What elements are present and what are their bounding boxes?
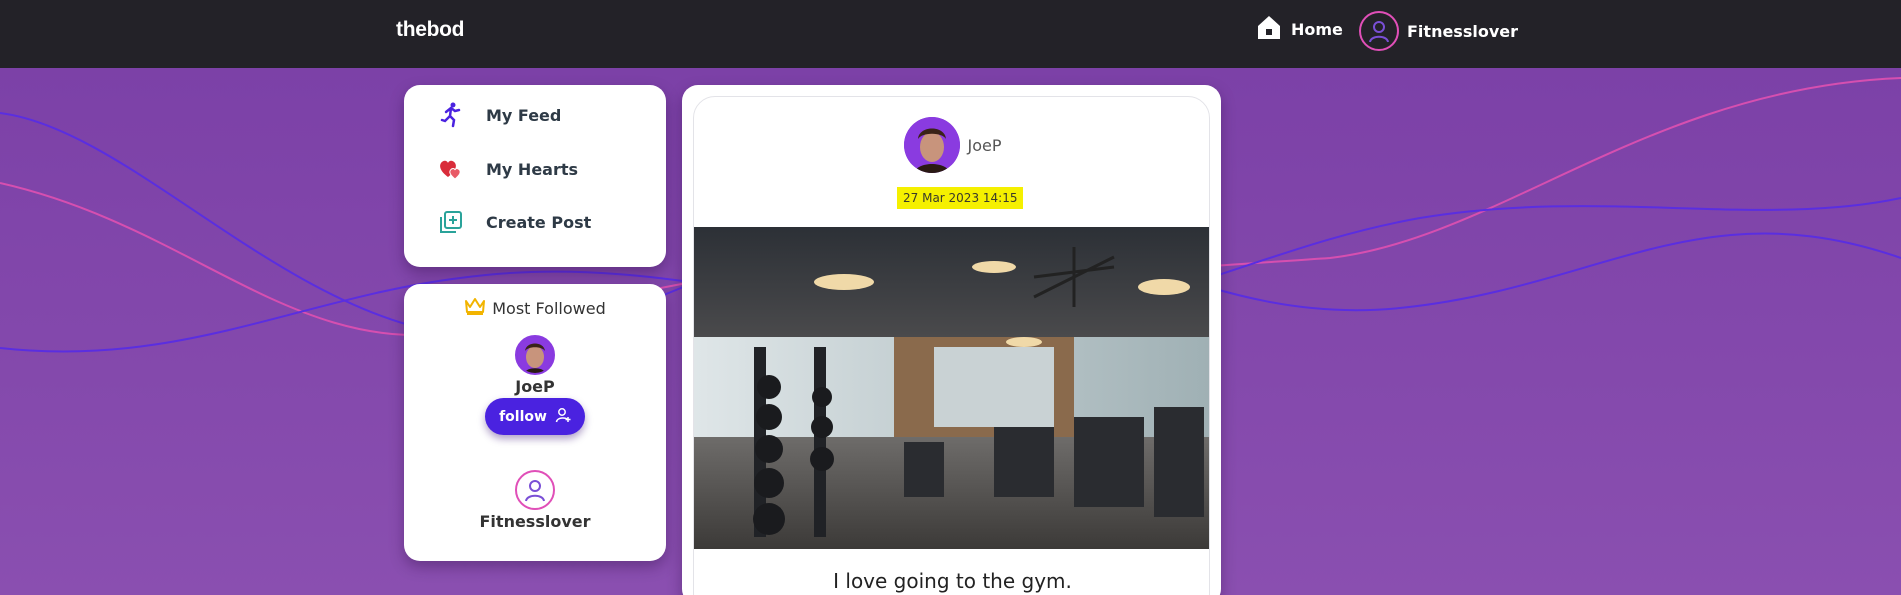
post-card: JoeP 27 Mar 2023 14:15 I love going to t… [682,85,1221,595]
post-caption: I love going to the gym. [833,569,1072,593]
home-icon [1255,13,1283,45]
sidebar-item-my-hearts[interactable]: My Hearts [438,154,578,184]
nav-home-link[interactable]: Home [1255,14,1343,44]
add-user-icon [555,407,571,427]
nav-user-label: Fitnesslover [1407,21,1518,41]
runner-icon [438,102,464,128]
post-author[interactable]: JoeP [694,117,1209,173]
sidebar-item-my-feed[interactable]: My Feed [438,100,561,130]
most-followed-header: Most Followed [404,296,666,320]
sidebar-menu: My Feed My Hearts Create Post [404,85,666,267]
post-image [694,227,1209,549]
sidebar-item-label: My Hearts [486,159,579,179]
avatar[interactable] [903,117,960,173]
follow-button[interactable]: follow [485,398,585,435]
add-square-icon [438,209,464,235]
user-name: Fitnesslover [479,512,591,531]
top-navbar: thebod Home Fitnesslover [0,0,1901,68]
most-followed-user: Fitnesslover [404,470,666,531]
post-author-name: JoeP [967,135,1002,155]
crown-icon [464,296,486,320]
follow-button-label: follow [499,408,547,425]
brand-logo[interactable]: thebod [396,18,464,42]
avatar[interactable] [515,335,555,375]
sidebar-item-label: My Feed [486,105,562,125]
user-name: JoeP [515,377,555,396]
nav-home-label: Home [1291,19,1343,39]
user-avatar-icon[interactable] [515,470,555,510]
most-followed-panel: Most Followed JoeP follow Fitnesslover [404,284,666,561]
most-followed-title: Most Followed [492,298,606,318]
post-timestamp: 27 Mar 2023 14:15 [897,187,1024,209]
sidebar-item-label: Create Post [486,212,592,232]
sidebar-item-create-post[interactable]: Create Post [438,207,591,237]
most-followed-user: JoeP follow [404,335,666,435]
nav-user-profile[interactable]: Fitnesslover [1359,11,1518,51]
user-avatar-icon [1359,11,1399,51]
post-content: JoeP 27 Mar 2023 14:15 I love going to t… [693,96,1210,595]
hearts-icon [438,156,464,182]
